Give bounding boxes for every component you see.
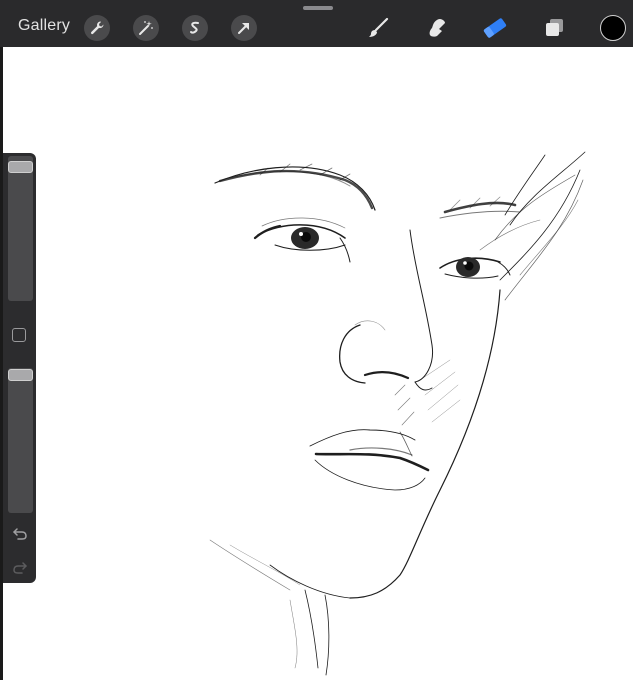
redo-arrow-icon: [13, 562, 27, 574]
eraser-icon: [483, 18, 507, 38]
smudge-tool-button[interactable]: [423, 14, 451, 42]
modify-button[interactable]: [12, 328, 26, 342]
brush-size-slider[interactable]: [8, 156, 33, 301]
undo-button[interactable]: [10, 525, 30, 543]
actions-button[interactable]: [84, 15, 110, 41]
undo-arrow-icon: [13, 528, 27, 540]
layers-icon: [546, 19, 563, 36]
selection-icon: [190, 21, 199, 34]
transform-arrow-icon: [238, 23, 249, 34]
color-picker-button[interactable]: [600, 15, 626, 41]
brush-icon: [369, 17, 389, 37]
drawing-canvas[interactable]: [0, 47, 633, 680]
pencil-sketch-drawing: [209, 151, 586, 676]
magic-wand-icon: [139, 21, 153, 35]
toolbar-grabber[interactable]: [303, 6, 333, 10]
top-toolbar: Gallery: [0, 0, 633, 47]
left-sidebar: [3, 153, 36, 583]
redo-button[interactable]: [10, 559, 30, 577]
brush-opacity-thumb[interactable]: [8, 369, 33, 381]
gallery-button[interactable]: Gallery: [18, 17, 70, 35]
brush-tool-button[interactable]: [364, 14, 392, 42]
adjustments-button[interactable]: [133, 15, 159, 41]
brush-opacity-slider[interactable]: [8, 368, 33, 513]
brush-size-thumb[interactable]: [8, 160, 33, 173]
wrench-icon: [90, 21, 104, 35]
eraser-tool-button[interactable]: [481, 14, 509, 42]
layers-button[interactable]: [540, 14, 568, 42]
selection-button[interactable]: [182, 15, 208, 41]
smudge-icon: [429, 19, 445, 37]
transform-button[interactable]: [231, 15, 257, 41]
